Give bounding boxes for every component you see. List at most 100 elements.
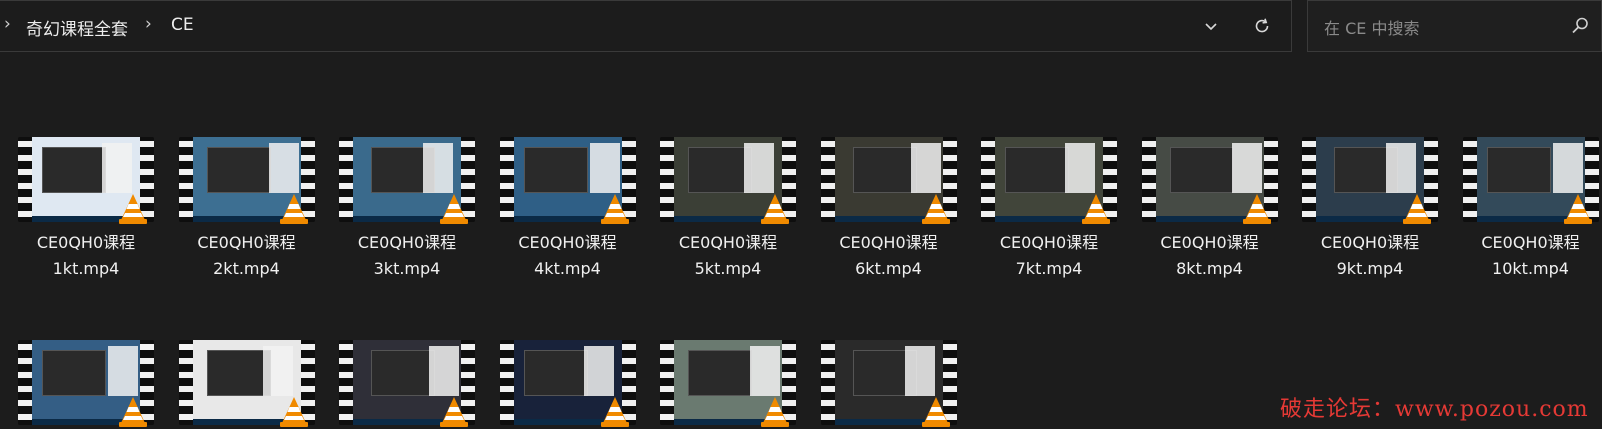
file-name-line1: CE0QH0课程 bbox=[161, 230, 333, 256]
file-name[interactable]: CE0QH0课程5kt.mp4 bbox=[642, 230, 814, 282]
vlc-cone-icon bbox=[1079, 192, 1113, 226]
file-name-line2: 4kt.mp4 bbox=[482, 256, 654, 282]
frame-window bbox=[524, 147, 588, 193]
frame-panel bbox=[429, 346, 459, 396]
file-name-line2: 1kt.mp4 bbox=[0, 256, 172, 282]
file-tile[interactable]: CE0QH0课程8kt.mp4 bbox=[1124, 137, 1284, 307]
file-name-line2: 3kt.mp4 bbox=[321, 256, 493, 282]
frame-panel bbox=[108, 346, 138, 396]
file-name-line2: 6kt.mp4 bbox=[803, 256, 975, 282]
file-tile[interactable]: CE0QH0课程6kt.mp4 bbox=[803, 137, 963, 307]
frame-window bbox=[1170, 147, 1234, 193]
frame-panel bbox=[590, 143, 620, 193]
file-tile[interactable] bbox=[321, 340, 481, 424]
file-name[interactable]: CE0QH0课程7kt.mp4 bbox=[963, 230, 1135, 282]
frame-panel bbox=[1553, 143, 1583, 193]
file-tile[interactable]: CE0QH0课程5kt.mp4 bbox=[642, 137, 802, 307]
file-grid: CE0QH0课程1kt.mp4CE0QH0课程2kt.mp4CE0QH0课程3k… bbox=[0, 0, 1602, 424]
frame-window bbox=[688, 147, 752, 193]
vlc-cone-icon bbox=[1240, 192, 1274, 226]
file-tile[interactable]: CE0QH0课程2kt.mp4 bbox=[161, 137, 321, 307]
file-name[interactable]: CE0QH0课程6kt.mp4 bbox=[803, 230, 975, 282]
file-name[interactable]: CE0QH0课程2kt.mp4 bbox=[161, 230, 333, 282]
film-sprocket bbox=[660, 340, 674, 425]
vlc-cone-icon bbox=[1561, 192, 1595, 226]
frame-panel bbox=[102, 143, 132, 193]
file-name-line1: CE0QH0课程 bbox=[0, 230, 172, 256]
file-name[interactable]: CE0QH0课程1kt.mp4 bbox=[0, 230, 172, 282]
file-tile[interactable] bbox=[482, 340, 642, 424]
frame-window bbox=[42, 147, 106, 193]
frame-panel bbox=[269, 143, 299, 193]
file-name-line1: CE0QH0课程 bbox=[963, 230, 1135, 256]
file-name[interactable]: CE0QH0课程4kt.mp4 bbox=[482, 230, 654, 282]
file-tile[interactable]: CE0QH0课程7kt.mp4 bbox=[963, 137, 1123, 307]
file-name[interactable]: CE0QH0课程3kt.mp4 bbox=[321, 230, 493, 282]
film-sprocket bbox=[339, 340, 353, 425]
frame-panel bbox=[905, 346, 935, 396]
frame-panel bbox=[423, 143, 453, 193]
film-sprocket bbox=[500, 340, 514, 425]
frame-window bbox=[1005, 147, 1069, 193]
frame-window bbox=[42, 350, 106, 396]
file-name-line2: 2kt.mp4 bbox=[161, 256, 333, 282]
film-sprocket bbox=[339, 137, 353, 222]
frame-panel bbox=[1065, 143, 1095, 193]
file-tile[interactable] bbox=[803, 340, 963, 424]
film-sprocket bbox=[981, 137, 995, 222]
watermark-text: 破走论坛：www.pozou.com bbox=[1280, 391, 1589, 423]
frame-panel bbox=[750, 346, 780, 396]
vlc-cone-icon bbox=[758, 192, 792, 226]
file-name-line1: CE0QH0课程 bbox=[642, 230, 814, 256]
frame-window bbox=[688, 350, 752, 396]
file-name-line1: CE0QH0课程 bbox=[1445, 230, 1602, 256]
vlc-cone-icon bbox=[598, 192, 632, 226]
file-name[interactable]: CE0QH0课程10kt.mp4 bbox=[1445, 230, 1602, 282]
file-tile[interactable]: CE0QH0课程3kt.mp4 bbox=[321, 137, 481, 307]
film-sprocket bbox=[18, 340, 32, 425]
frame-window bbox=[1487, 147, 1551, 193]
film-sprocket bbox=[500, 137, 514, 222]
file-name-line2: 8kt.mp4 bbox=[1124, 256, 1296, 282]
film-sprocket bbox=[1302, 137, 1316, 222]
file-name-line2: 7kt.mp4 bbox=[963, 256, 1135, 282]
file-tile[interactable]: CE0QH0课程9kt.mp4 bbox=[1284, 137, 1444, 307]
film-sprocket bbox=[179, 137, 193, 222]
file-name-line1: CE0QH0课程 bbox=[1124, 230, 1296, 256]
frame-panel bbox=[744, 143, 774, 193]
vlc-cone-icon bbox=[437, 192, 471, 226]
frame-panel bbox=[911, 143, 941, 193]
file-name[interactable]: CE0QH0课程8kt.mp4 bbox=[1124, 230, 1296, 282]
film-sprocket bbox=[179, 340, 193, 425]
vlc-cone-icon bbox=[1400, 192, 1434, 226]
frame-panel bbox=[1386, 143, 1416, 193]
file-name-line2: 9kt.mp4 bbox=[1284, 256, 1456, 282]
vlc-cone-icon bbox=[277, 192, 311, 226]
file-tile[interactable] bbox=[642, 340, 802, 424]
film-sprocket bbox=[821, 137, 835, 222]
file-name-line1: CE0QH0课程 bbox=[803, 230, 975, 256]
frame-window bbox=[524, 350, 588, 396]
file-tile[interactable]: CE0QH0课程4kt.mp4 bbox=[482, 137, 642, 307]
frame-window bbox=[853, 147, 917, 193]
file-tile[interactable]: CE0QH0课程1kt.mp4 bbox=[0, 137, 160, 307]
frame-panel bbox=[584, 346, 614, 396]
frame-window bbox=[207, 350, 271, 396]
file-name[interactable]: CE0QH0课程9kt.mp4 bbox=[1284, 230, 1456, 282]
file-tile[interactable]: CE0QH0课程10kt.mp4 bbox=[1445, 137, 1602, 307]
file-name-line1: CE0QH0课程 bbox=[321, 230, 493, 256]
file-name-line2: 5kt.mp4 bbox=[642, 256, 814, 282]
file-tile[interactable] bbox=[0, 340, 160, 424]
vlc-cone-icon bbox=[919, 192, 953, 226]
film-sprocket bbox=[821, 340, 835, 425]
file-name-line1: CE0QH0课程 bbox=[482, 230, 654, 256]
file-tile[interactable] bbox=[161, 340, 321, 424]
vlc-cone-icon bbox=[116, 192, 150, 226]
frame-window bbox=[371, 350, 435, 396]
film-sprocket bbox=[660, 137, 674, 222]
film-sprocket bbox=[1142, 137, 1156, 222]
file-name-line1: CE0QH0课程 bbox=[1284, 230, 1456, 256]
frame-panel bbox=[263, 346, 293, 396]
file-name-line2: 10kt.mp4 bbox=[1445, 256, 1602, 282]
frame-window bbox=[207, 147, 271, 193]
